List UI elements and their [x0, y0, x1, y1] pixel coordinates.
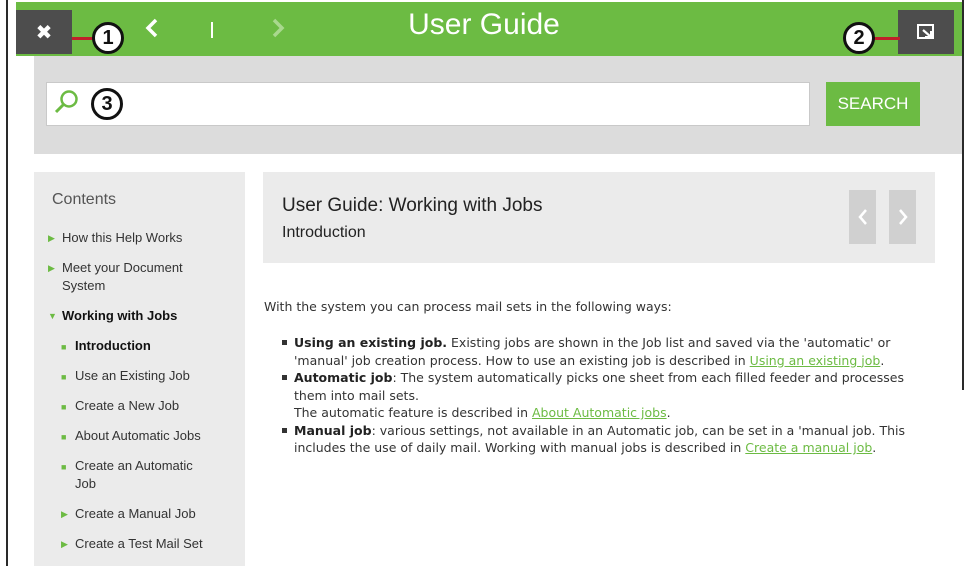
callout-3: 3	[91, 88, 123, 120]
chevron-right-icon	[898, 209, 908, 225]
sidebar-item-label: Introduction	[75, 338, 151, 353]
sidebar-item-label: Meet your Document System	[62, 260, 183, 293]
bullet-square-icon: ■	[61, 372, 67, 382]
sidebar-item-label: Create an Automatic Job	[75, 458, 193, 491]
frame-border-right	[962, 0, 964, 390]
page-title: User Guide: Working with Jobs	[282, 195, 543, 216]
sidebar-item-introduction[interactable]: ■ Introduction	[61, 337, 231, 355]
sidebar-item-label: Use an Existing Job	[75, 368, 190, 383]
list-item: Manual job: various settings, not availa…	[280, 422, 920, 457]
sidebar-item-create-test-mail-set[interactable]: ▶ Create a Test Mail Set	[61, 535, 231, 553]
link-about-automatic-jobs[interactable]: About Automatic jobs	[532, 405, 667, 420]
help-window: ✖ User Guide 1 2 3 SEARCH Contents ▶ How	[0, 0, 968, 566]
bullet-text-2: The automatic feature is described in	[294, 405, 532, 420]
bullet-tail: .	[880, 352, 885, 368]
sidebar-item-meet-your-document-system[interactable]: ▶ Meet your Document System	[48, 259, 208, 295]
sidebar-item-label: Create a Test Mail Set	[75, 536, 203, 551]
bullet-square-icon	[282, 427, 287, 433]
sidebar-item-about-automatic-jobs[interactable]: ■ About Automatic Jobs	[61, 427, 231, 445]
contents-heading: Contents	[52, 191, 117, 208]
previous-page-button[interactable]	[849, 190, 876, 244]
bullet-square-icon: ■	[61, 342, 67, 352]
callout-1: 1	[92, 22, 124, 54]
bullet-lead: Manual job	[294, 422, 372, 438]
sidebar-item-label: Working with Jobs	[62, 308, 178, 323]
sidebar-item-use-existing-job[interactable]: ■ Use an Existing Job	[61, 367, 231, 385]
bullet-expanded-icon: ▼	[48, 311, 57, 321]
callout-2-line	[874, 37, 900, 40]
callout-2: 2	[843, 22, 875, 54]
bullet-lead: Using an existing job.	[294, 335, 448, 350]
link-using-existing-job[interactable]: Using an existing job	[750, 353, 881, 368]
page-subtitle: Introduction	[282, 224, 366, 241]
next-page-button[interactable]	[889, 190, 916, 244]
bullet-arrow-icon: ▶	[61, 539, 68, 549]
search-icon	[54, 90, 78, 114]
search-input[interactable]	[130, 84, 800, 124]
callout-1-line	[72, 37, 94, 40]
bullet-square-icon: ■	[61, 402, 67, 412]
bullet-arrow-icon: ▶	[61, 509, 68, 519]
intro-text: With the system you can process mail set…	[264, 299, 672, 314]
search-button[interactable]: SEARCH	[826, 82, 920, 126]
bullet-square-icon	[282, 340, 287, 345]
bullet-square-icon: ■	[61, 462, 67, 472]
bullet-arrow-icon: ▶	[48, 233, 55, 243]
sidebar-item-create-new-job[interactable]: ■ Create a New Job	[61, 397, 231, 415]
sidebar-item-working-with-jobs[interactable]: ▼ Working with Jobs	[48, 307, 228, 325]
frame-border-left	[6, 0, 8, 566]
bullet-tail: .	[666, 405, 671, 420]
sidebar-item-label: How this Help Works	[62, 230, 183, 245]
sidebar-item-label: Create a New Job	[75, 398, 180, 413]
page-header	[263, 172, 935, 263]
bullet-lead: Automatic job	[294, 370, 393, 385]
app-title: User Guide	[408, 8, 560, 41]
list-item: Using an existing job. Existing jobs are…	[280, 334, 920, 369]
popout-icon	[917, 24, 934, 39]
bullet-square-icon	[282, 375, 287, 380]
sidebar-item-create-manual-job[interactable]: ▶ Create a Manual Job	[61, 505, 231, 523]
chevron-left-icon	[857, 209, 867, 225]
sidebar-item-label: About Automatic Jobs	[75, 428, 201, 443]
sidebar-item-create-automatic-job[interactable]: ■ Create an Automatic Job	[61, 457, 216, 493]
link-create-manual-job[interactable]: Create a manual job	[745, 440, 872, 455]
sidebar-item-label: Create a Manual Job	[75, 506, 196, 521]
list-item: Automatic job: The system automatically …	[280, 369, 920, 422]
bullet-tail: .	[872, 440, 877, 455]
intro-paragraph: With the system you can process mail set…	[264, 298, 924, 316]
job-types-list: Using an existing job. Existing jobs are…	[280, 334, 920, 457]
bullet-arrow-icon: ▶	[48, 263, 55, 273]
bullet-square-icon: ■	[61, 432, 67, 442]
sidebar-item-how-this-help-works[interactable]: ▶ How this Help Works	[48, 229, 228, 247]
popout-button[interactable]	[898, 10, 954, 54]
